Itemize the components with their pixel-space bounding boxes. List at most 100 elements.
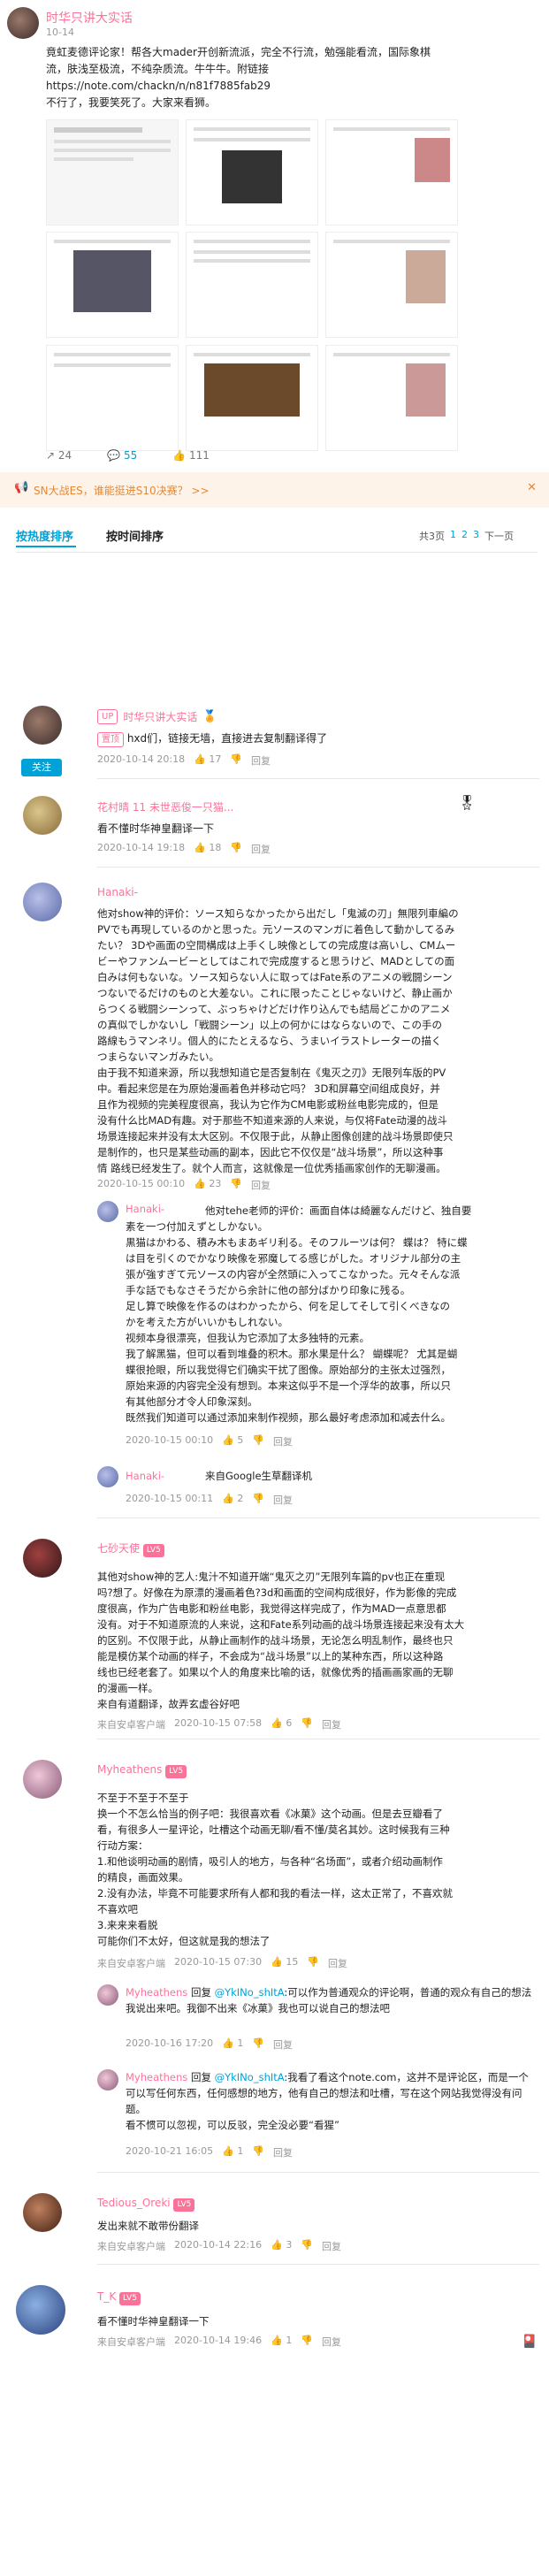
dislike-icon[interactable]: 👎: [230, 753, 242, 768]
post-image-2[interactable]: [186, 119, 318, 225]
comment-text: 他对show神的评价：ソース知らなかったから出だし「鬼滅の刃」無限列車編の PVで…: [97, 907, 459, 1174]
avatar[interactable]: [97, 1984, 118, 2006]
up-badge: UP: [97, 709, 118, 724]
comment-like[interactable]: 👍 5: [222, 1434, 243, 1449]
comment-like[interactable]: 👍 18: [194, 842, 221, 856]
avatar[interactable]: [23, 883, 62, 921]
dislike-icon[interactable]: 👎: [230, 1178, 242, 1192]
avatar[interactable]: [23, 1760, 62, 1799]
avatar[interactable]: [23, 1539, 62, 1578]
comment-username[interactable]: 时华只讲大实话: [123, 709, 197, 724]
post-image-1[interactable]: [46, 119, 179, 225]
avatar[interactable]: [16, 2285, 65, 2335]
sort-time-tab[interactable]: 按时间排序: [106, 527, 164, 544]
post-author-avatar[interactable]: [7, 7, 39, 39]
comment-username[interactable]: 花村晴 11 未世恶俊一只猫...: [97, 799, 233, 814]
comment-header: UP 时华只讲大实话 🏅: [97, 709, 217, 724]
dislike-icon[interactable]: 👎: [230, 842, 242, 856]
post-text: 竟虹麦德评论家！帮各大mader开创新流派，完全不行流，勉强能看流，国际象棋 流…: [46, 46, 431, 109]
reply-button[interactable]: 回复: [322, 1717, 341, 1731]
comment-icon: 💬: [107, 449, 121, 462]
reply-button[interactable]: 回复: [273, 2145, 293, 2159]
comment-like[interactable]: 👍 1: [222, 2145, 243, 2159]
comment-meta: 2020-10-14 20:18 👍 17 👎 回复: [97, 753, 271, 768]
page-2[interactable]: 2: [461, 529, 468, 543]
comment-text: 不至于不至于不至于 换一个不怎么恰当的例子吧：我很喜欢看《冰菓》这个动画。但是去豆…: [97, 1792, 453, 1947]
dislike-icon[interactable]: 👎: [252, 2037, 264, 2052]
post-image-6[interactable]: [325, 232, 458, 338]
next-page[interactable]: 下一页: [484, 529, 514, 543]
comment-username[interactable]: Myheathens LV5: [97, 1763, 187, 1778]
post-image-5[interactable]: [186, 232, 318, 338]
close-icon[interactable]: ✕: [527, 481, 537, 494]
comment-username[interactable]: Tedious_Oreki LV5: [97, 2197, 195, 2212]
avatar[interactable]: [23, 2193, 62, 2232]
level-icon: LV5: [119, 2292, 141, 2305]
mention-link[interactable]: @YkINo_shItA: [215, 1986, 285, 1999]
dislike-icon[interactable]: 👎: [252, 2145, 264, 2159]
dislike-icon[interactable]: 👎: [307, 1956, 319, 1970]
comment-username[interactable]: Hanaki-: [126, 1470, 164, 1482]
fan-medal-icon: 🎖: [458, 794, 477, 811]
avatar[interactable]: [23, 706, 62, 745]
comment-text: 看不懂时华神皇翻译一下: [97, 2315, 210, 2328]
client-source: 来自安卓客户端: [97, 1958, 165, 1969]
page-1[interactable]: 1: [450, 529, 456, 543]
dislike-icon[interactable]: 👎: [252, 1434, 264, 1449]
sort-hot-tab[interactable]: 按热度排序: [16, 527, 73, 544]
comment-text: 看不懂时华神皇翻译一下: [97, 822, 215, 835]
level-icon: LV5: [165, 1765, 187, 1778]
post-image-9[interactable]: [325, 345, 458, 451]
dislike-icon[interactable]: 👎: [301, 1717, 313, 1731]
comment-username[interactable]: Myheathens: [126, 2071, 187, 2083]
reply-button[interactable]: 回复: [273, 1434, 293, 1449]
avatar[interactable]: [97, 1201, 118, 1222]
comment-like[interactable]: 👍 15: [271, 1956, 298, 1970]
reply-button[interactable]: 回复: [273, 1493, 293, 1507]
page-3[interactable]: 3: [473, 529, 479, 543]
reply-button[interactable]: 回复: [273, 2037, 293, 2052]
comment-like[interactable]: 👍 2: [222, 1493, 243, 1507]
reply-button[interactable]: 回复: [328, 1956, 347, 1970]
reply-text: 来自Google生草翻译机: [205, 1470, 313, 1482]
reply-button[interactable]: 回复: [251, 753, 271, 768]
comment-like[interactable]: 👍 6: [271, 1717, 292, 1731]
comment-button[interactable]: 💬 55: [107, 449, 137, 462]
comment-username[interactable]: Hanaki-: [97, 886, 138, 898]
medal-icon: 🏅: [202, 710, 217, 723]
notice-text[interactable]: SN大战ES，谁能挺进S10决赛？ >>: [34, 483, 210, 498]
avatar[interactable]: [23, 796, 62, 835]
comment-like[interactable]: 👍 1: [222, 2037, 243, 2052]
avatar[interactable]: [97, 2069, 118, 2091]
reply-button[interactable]: 回复: [322, 2239, 341, 2253]
pagination: 共3页 1 2 3 下一页: [419, 529, 514, 543]
comment-like[interactable]: 👍 23: [194, 1178, 221, 1192]
dislike-icon[interactable]: 👎: [301, 2239, 313, 2253]
post-image-4[interactable]: [46, 232, 179, 338]
reply-button[interactable]: 回复: [251, 1178, 271, 1192]
dislike-icon[interactable]: 👎: [252, 1493, 264, 1507]
like-button[interactable]: 👍 111: [172, 449, 210, 462]
comment-meta: 2020-10-21 16:05 👍 1 👎 回复: [126, 2145, 294, 2159]
comment-username[interactable]: 七砂天使 LV5: [97, 1540, 164, 1557]
comment-username[interactable]: Myheathens: [126, 1986, 187, 1999]
user-decoration-icon: 🎴: [522, 2335, 538, 2349]
comment-like[interactable]: 👍 1: [271, 2335, 292, 2349]
mention-link[interactable]: @YkINo_shItA: [215, 2071, 285, 2083]
reply-button[interactable]: 回复: [251, 842, 271, 856]
reply-button[interactable]: 回复: [322, 2335, 341, 2349]
comment-username[interactable]: T_K LV5: [97, 2290, 141, 2305]
post-image-7[interactable]: [46, 345, 179, 451]
reply-text: Myheathens 回复 @YkINo_shItA:可以作为普通观众的评论啊，…: [126, 1986, 532, 2014]
dislike-icon[interactable]: 👎: [301, 2335, 313, 2349]
post-image-3[interactable]: [325, 119, 458, 225]
avatar[interactable]: [97, 1466, 118, 1487]
follow-button[interactable]: 关注: [21, 759, 62, 776]
divider: [16, 552, 538, 553]
post-author-name[interactable]: 时华只讲大实话: [46, 9, 133, 27]
post-image-8[interactable]: [186, 345, 318, 451]
comment-date: 2020-10-14 20:18: [97, 753, 186, 765]
repost-button[interactable]: ↗ 24: [46, 449, 72, 462]
comment-like[interactable]: 👍 17: [194, 753, 221, 768]
comment-like[interactable]: 👍 3: [271, 2239, 292, 2253]
